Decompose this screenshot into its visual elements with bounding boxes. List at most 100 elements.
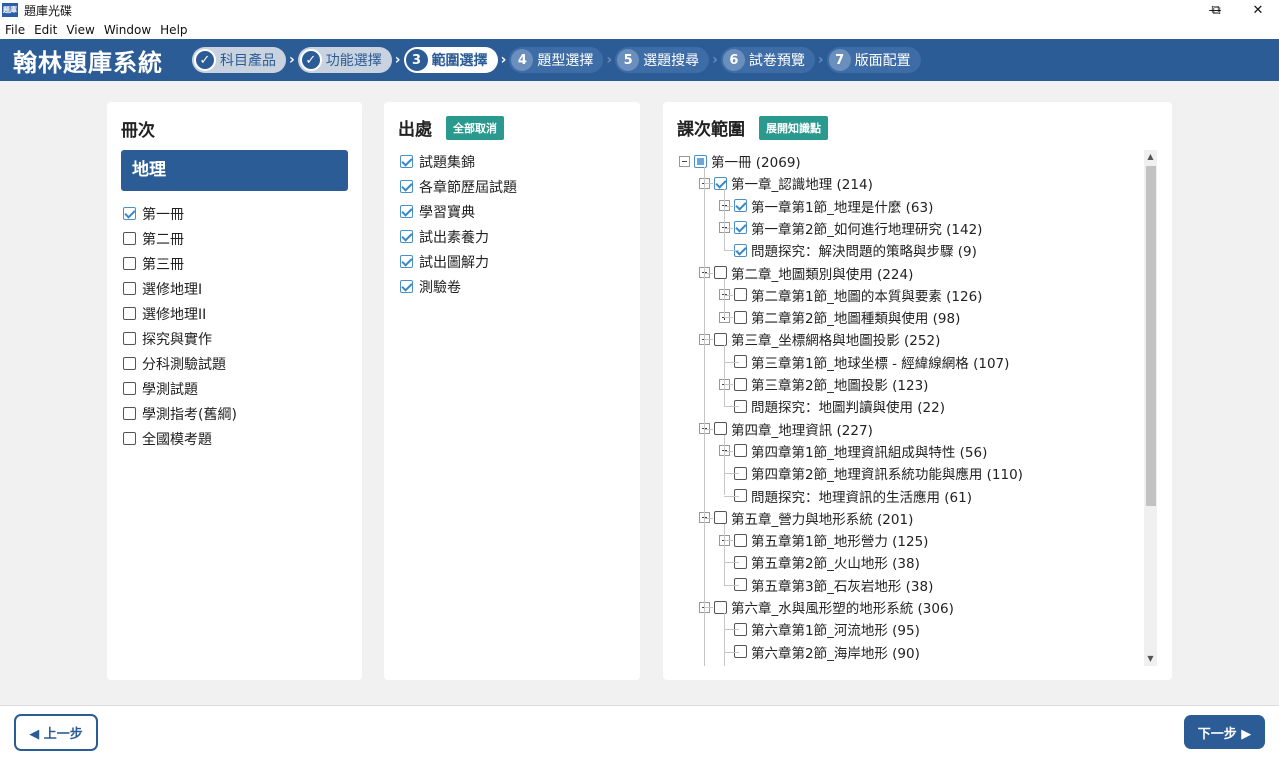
checkbox-icon[interactable]	[734, 310, 747, 324]
tree-node-level-2[interactable]: 第六章第3節_風力地形 (78)	[719, 663, 920, 666]
step-3[interactable]: 3 範圍選擇	[403, 47, 498, 73]
checkbox-icon[interactable]	[123, 282, 136, 295]
checkbox-icon[interactable]	[714, 266, 727, 279]
step-4[interactable]: 4 題型選擇	[509, 47, 604, 73]
step-7[interactable]: 7 版面配置	[826, 47, 921, 73]
step-1[interactable]: ✓ 科目產品	[192, 47, 286, 73]
scroll-thumb[interactable]	[1146, 166, 1156, 506]
source-item[interactable]: 試出圖解力	[400, 249, 517, 274]
tree-node-level-0[interactable]: 第一冊 (2069)	[679, 150, 801, 172]
tree-scrollbar[interactable]: ▲ ▼	[1144, 150, 1157, 666]
tree-node-level-1[interactable]: 第一章_認識地理 (214)	[699, 172, 873, 194]
tree-node-level-2[interactable]: 問題探究：解決問題的策略與步驟 (9)	[719, 239, 977, 261]
scroll-up-icon[interactable]: ▲	[1144, 150, 1157, 164]
checkbox-checked-icon[interactable]	[714, 176, 727, 190]
tree-node-level-2[interactable]: 第五章第1節_地形營力 (125)	[719, 529, 928, 551]
close-button[interactable]: ✕	[1238, 0, 1278, 20]
cancel-all-button[interactable]: 全部取消	[446, 115, 504, 140]
tree-node-level-1[interactable]: 第六章_水與風形塑的地形系統 (306)	[699, 596, 954, 618]
volume-item[interactable]: 學測指考(舊綱)	[123, 401, 237, 426]
checkbox-icon[interactable]	[734, 288, 747, 302]
volume-panel: 冊次 地理 第一冊 第二冊 第三冊 選修地理I 選修地理II 探究與實作 分科測驗試題 學測試…	[107, 102, 362, 680]
checkbox-checked-icon[interactable]	[400, 255, 413, 268]
tree-node-level-2[interactable]: 第四章第1節_地理資訊組成與特性 (56)	[719, 440, 987, 462]
tree-node-level-2[interactable]: 第五章第2節_火山地形 (38)	[719, 551, 920, 573]
checkbox-icon[interactable]	[734, 444, 747, 458]
volume-item[interactable]: 全國模考題	[123, 426, 237, 451]
checkbox-icon[interactable]	[123, 232, 136, 245]
volume-label: 學測指考(舊綱)	[142, 406, 237, 423]
expand-knowledge-button[interactable]: 展開知識點	[759, 115, 828, 140]
checkbox-icon[interactable]	[714, 332, 727, 346]
collapse-minus-icon[interactable]	[679, 155, 690, 167]
source-item[interactable]: 試出素養力	[400, 224, 517, 249]
checkbox-icon[interactable]	[734, 377, 747, 391]
checkbox-icon[interactable]	[714, 511, 727, 525]
checkbox-icon[interactable]	[714, 600, 727, 614]
tree-node-level-2[interactable]: 第三章第1節_地球坐標 - 經緯線網格 (107)	[719, 351, 1009, 373]
tree-node-level-2[interactable]: 第三章第2節_地圖投影 (123)	[719, 373, 928, 395]
tree-node-level-2[interactable]: 第一章第1節_地理是什麼 (63)	[719, 195, 933, 217]
checkbox-icon[interactable]	[714, 422, 727, 436]
volume-label: 第三冊	[142, 256, 184, 273]
checkbox-checked-icon[interactable]	[734, 221, 747, 235]
tree-node-level-1[interactable]: 第三章_坐標網格與地圖投影 (252)	[699, 328, 940, 350]
menu-item-help[interactable]: Help	[160, 23, 187, 37]
next-step-button[interactable]: 下一步 ▶	[1184, 715, 1265, 749]
tree-node-level-2[interactable]: 第一章第2節_如何進行地理研究 (142)	[719, 217, 982, 239]
step-2[interactable]: ✓ 功能選擇	[297, 47, 392, 73]
checkbox-checked-icon[interactable]	[123, 207, 136, 220]
tree-node-level-2[interactable]: 第二章第1節_地圖的本質與要素 (126)	[719, 284, 982, 306]
checkbox-icon[interactable]	[123, 407, 136, 420]
tree-node-level-2[interactable]: 第五章第3節_石灰岩地形 (38)	[719, 574, 933, 596]
tree-node-level-1[interactable]: 第五章_營力與地形系統 (201)	[699, 507, 913, 529]
tree-node-level-2[interactable]: 第六章第2節_海岸地形 (90)	[719, 641, 920, 663]
subject-selector[interactable]: 地理	[121, 150, 348, 191]
scroll-down-icon[interactable]: ▼	[1144, 652, 1157, 666]
prev-step-button[interactable]: ◀ 上一步	[14, 714, 98, 751]
volume-item[interactable]: 第三冊	[123, 251, 237, 276]
checkbox-checked-icon[interactable]	[400, 205, 413, 218]
checkbox-icon[interactable]	[123, 332, 136, 345]
checkbox-icon[interactable]	[123, 432, 136, 445]
tree-node-level-1[interactable]: 第二章_地圖類別與使用 (224)	[699, 262, 913, 284]
tree-node-level-2[interactable]: 第二章第2節_地圖種類與使用 (98)	[719, 306, 960, 328]
checkbox-icon[interactable]	[123, 382, 136, 395]
tree-node-level-2[interactable]: 問題探究：地理資訊的生活應用 (61)	[719, 485, 972, 507]
checkbox-icon[interactable]	[123, 357, 136, 370]
checkbox-icon[interactable]	[123, 257, 136, 270]
step-arrow-icon: ›	[712, 52, 718, 68]
source-item[interactable]: 各章節歷屆試題	[400, 174, 517, 199]
source-item[interactable]: 試題集錦	[400, 149, 517, 174]
volume-item[interactable]: 選修地理I	[123, 276, 237, 301]
checkbox-checked-icon[interactable]	[400, 230, 413, 243]
checkbox-checked-icon[interactable]	[734, 199, 747, 213]
volume-item[interactable]: 學測試題	[123, 376, 237, 401]
checkbox-icon[interactable]	[123, 307, 136, 320]
checkbox-partial-icon[interactable]	[694, 154, 707, 168]
volume-item[interactable]: 分科測驗試題	[123, 351, 237, 376]
menu-item-view[interactable]: View	[66, 23, 94, 37]
checkbox-checked-icon[interactable]	[400, 155, 413, 168]
step-6[interactable]: 6 試卷預覽	[720, 47, 815, 73]
volume-item[interactable]: 第一冊	[123, 201, 237, 226]
volume-item[interactable]: 第二冊	[123, 226, 237, 251]
tree-node-level-1[interactable]: 第四章_地理資訊 (227)	[699, 418, 873, 440]
tree-node-level-2[interactable]: 問題探究：地圖判讀與使用 (22)	[719, 395, 945, 417]
checkbox-checked-icon[interactable]	[400, 180, 413, 193]
checkbox-icon[interactable]	[734, 533, 747, 547]
volume-item[interactable]: 選修地理II	[123, 301, 237, 326]
tree-node-level-2[interactable]: 第六章第1節_河流地形 (95)	[719, 618, 920, 640]
step-5[interactable]: 5 選題搜尋	[615, 47, 710, 73]
checkbox-checked-icon[interactable]	[400, 280, 413, 293]
menu-item-window[interactable]: Window	[104, 23, 151, 37]
volume-item[interactable]: 探究與實作	[123, 326, 237, 351]
maximize-button[interactable]: ⧉	[1196, 0, 1236, 20]
source-item[interactable]: 學習寶典	[400, 199, 517, 224]
menu-item-edit[interactable]: Edit	[34, 23, 57, 37]
source-item[interactable]: 測驗卷	[400, 274, 517, 299]
step-arrow-icon: ›	[289, 52, 295, 68]
step-number: 3	[405, 49, 428, 71]
tree-node-level-2[interactable]: 第四章第2節_地理資訊系統功能與應用 (110)	[719, 462, 1023, 484]
menu-item-file[interactable]: File	[5, 23, 25, 37]
